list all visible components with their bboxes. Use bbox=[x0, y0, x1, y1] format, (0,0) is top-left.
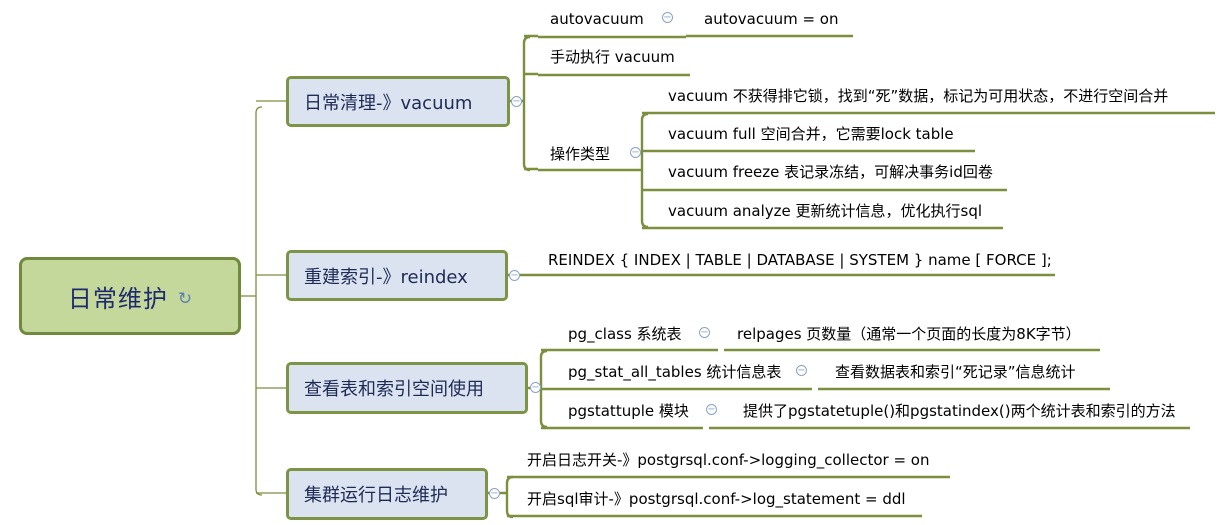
node-manual-vacuum[interactable]: 手动执行 vacuum bbox=[550, 47, 675, 67]
collapse-icon[interactable]: − bbox=[630, 147, 641, 158]
collapse-icon[interactable]: − bbox=[530, 382, 541, 393]
node-pgstattuple[interactable]: pgstattuple 模块 bbox=[568, 401, 689, 421]
topic-vacuum[interactable]: 日常清理-》vacuum bbox=[286, 76, 510, 127]
node-vacuum-plain[interactable]: vacuum 不获得排它锁，找到“死”数据，标记为可用状态，不进行空间合并 bbox=[668, 86, 1168, 106]
topic-reindex[interactable]: 重建索引-》reindex bbox=[286, 250, 508, 301]
node-pgstattuple-methods[interactable]: 提供了pgstatetuple()和pgstatindex()两个统计表和索引的… bbox=[743, 401, 1176, 421]
collapse-icon[interactable]: − bbox=[699, 327, 710, 338]
node-pg-stat-all-tables[interactable]: pg_stat_all_tables 统计信息表 bbox=[568, 362, 781, 382]
topic-label: 集群运行日志维护 bbox=[304, 485, 448, 506]
node-pg-class[interactable]: pg_class 系统表 bbox=[568, 324, 682, 344]
node-vacuum-analyze[interactable]: vacuum analyze 更新统计信息，优化执行sql bbox=[668, 201, 982, 221]
topic-log-maintenance[interactable]: 集群运行日志维护 bbox=[286, 468, 488, 520]
node-vacuum-freeze[interactable]: vacuum freeze 表记录冻结，可解决事务id回卷 bbox=[668, 162, 993, 182]
topic-space-usage[interactable]: 查看表和索引空间使用 bbox=[286, 362, 528, 414]
collapse-icon[interactable]: − bbox=[511, 96, 522, 107]
node-autovacuum[interactable]: autovacuum bbox=[550, 9, 644, 29]
node-logging-collector[interactable]: 开启日志开关-》postgrsql.conf->logging_collecto… bbox=[527, 450, 929, 470]
node-relpages[interactable]: relpages 页数量（通常一个页面的长度为8K字节） bbox=[737, 324, 1081, 344]
node-dead-records[interactable]: 查看数据表和索引“死记录”信息统计 bbox=[835, 362, 1076, 382]
node-reindex-syntax[interactable]: REINDEX { INDEX | TABLE | DATABASE | SYS… bbox=[548, 250, 1052, 270]
node-log-statement[interactable]: 开启sql审计-》postgrsql.conf->log_statement =… bbox=[527, 489, 906, 509]
collapse-icon[interactable]: − bbox=[796, 365, 807, 376]
node-autovacuum-on[interactable]: autovacuum = on bbox=[704, 9, 839, 29]
root-node[interactable]: 日常维护 ↻ bbox=[19, 257, 241, 335]
topic-label: 查看表和索引空间使用 bbox=[304, 379, 484, 400]
collapse-icon[interactable]: − bbox=[489, 488, 500, 499]
refresh-icon: ↻ bbox=[177, 289, 193, 309]
collapse-icon[interactable]: − bbox=[662, 12, 673, 23]
collapse-icon[interactable]: − bbox=[509, 270, 520, 281]
topic-label: 日常清理-》vacuum bbox=[304, 92, 473, 114]
node-operation-types[interactable]: 操作类型 bbox=[550, 144, 610, 164]
root-label: 日常维护 bbox=[67, 284, 168, 313]
collapse-icon[interactable]: − bbox=[706, 404, 717, 415]
topic-label: 重建索引-》reindex bbox=[304, 266, 468, 288]
node-vacuum-full[interactable]: vacuum full 空间合并，它需要lock table bbox=[668, 124, 954, 144]
